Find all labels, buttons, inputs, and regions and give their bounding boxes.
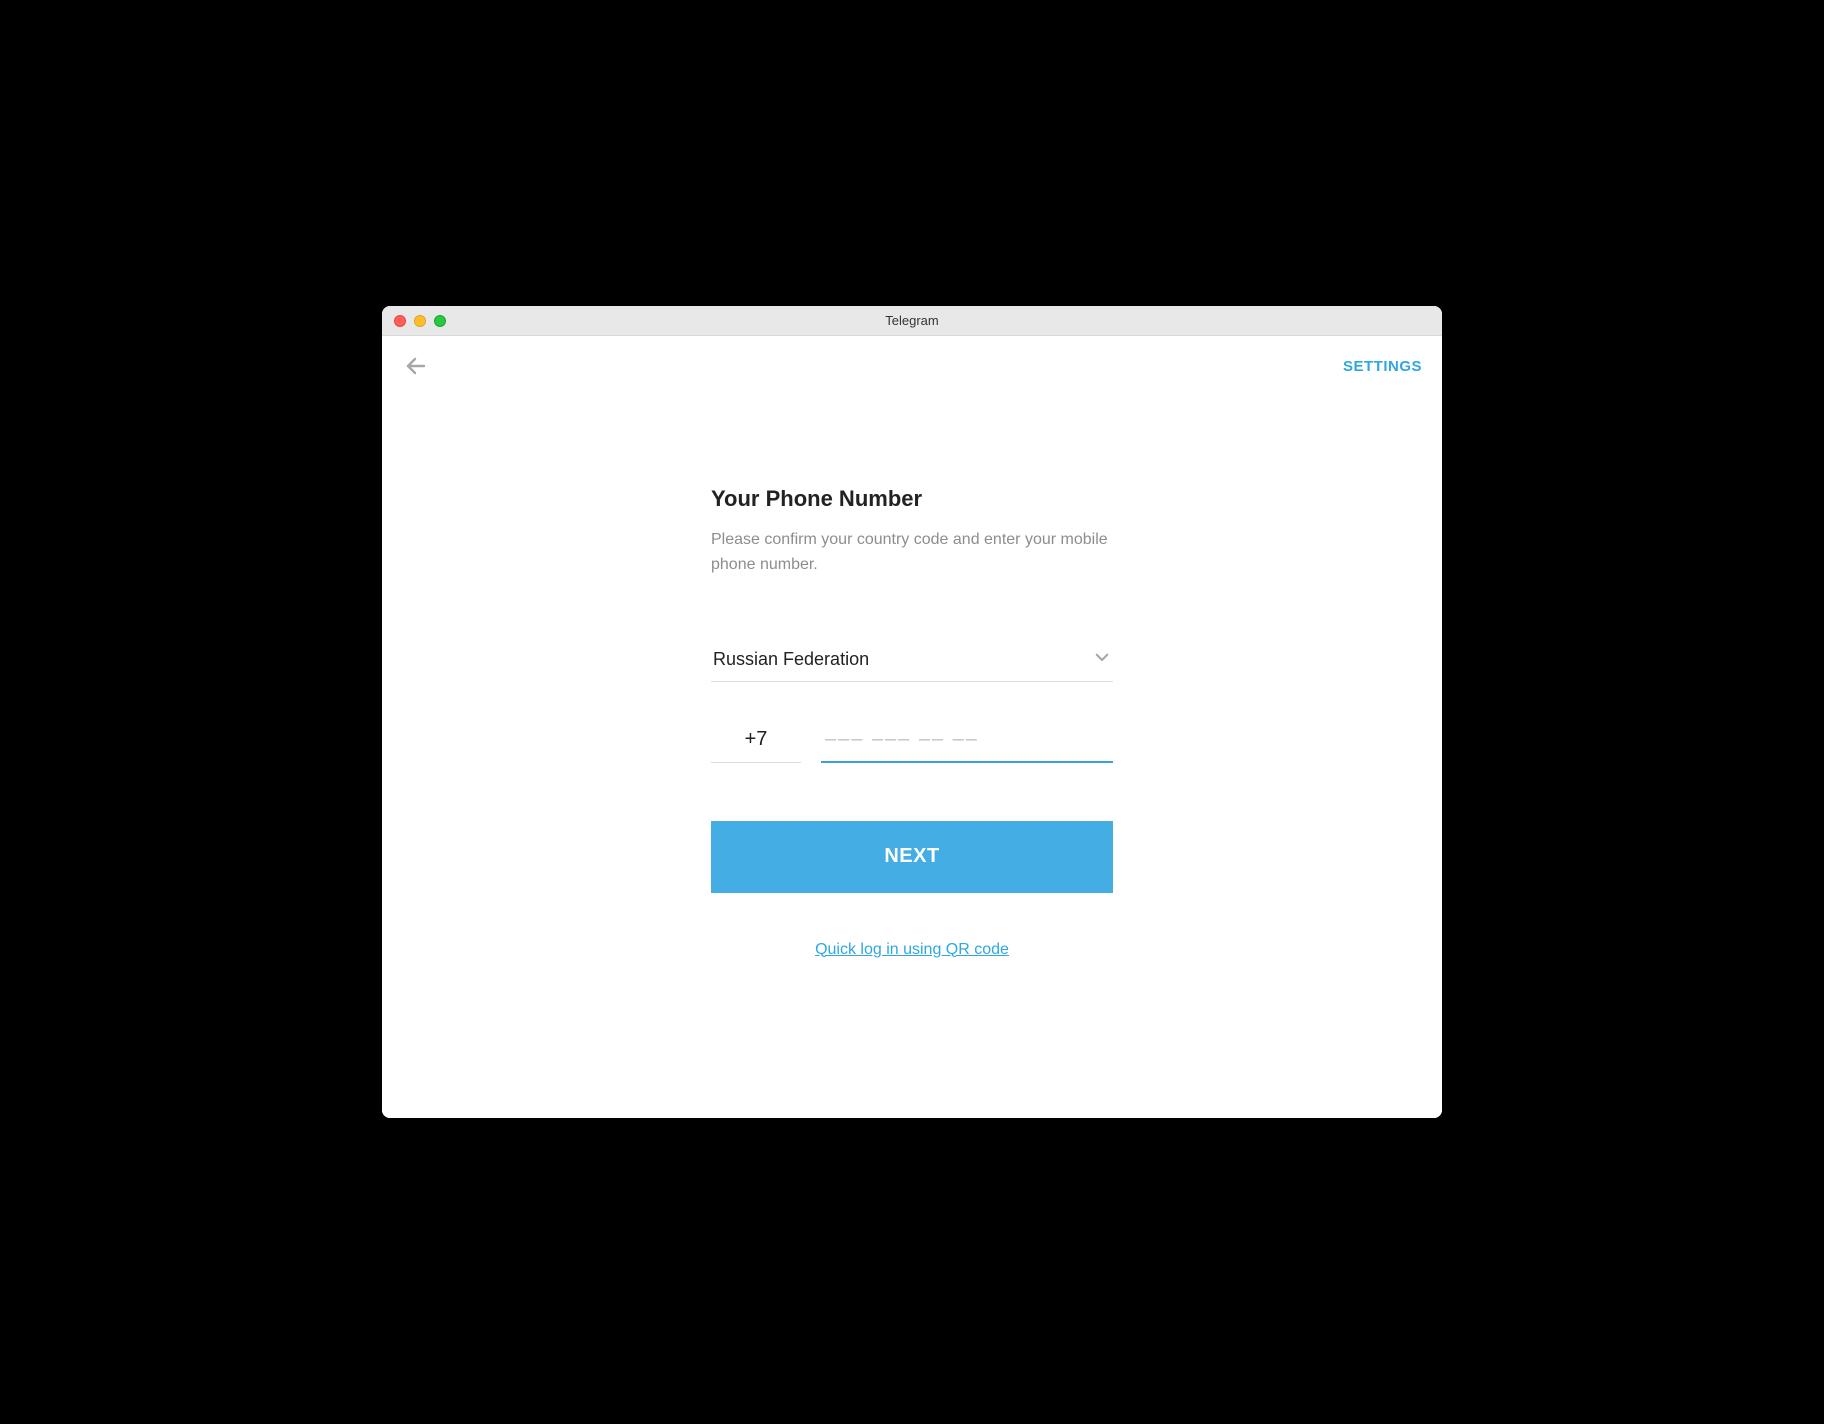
- back-button[interactable]: [402, 352, 430, 380]
- dial-code-field[interactable]: +7: [711, 718, 801, 763]
- country-select[interactable]: Russian Federation: [711, 642, 1113, 682]
- phone-row: +7: [711, 718, 1113, 763]
- close-window-button[interactable]: [394, 315, 406, 327]
- page-subtext: Please confirm your country code and ent…: [711, 528, 1113, 578]
- minimize-window-button[interactable]: [414, 315, 426, 327]
- traffic-lights: [394, 315, 446, 327]
- titlebar: Telegram: [382, 306, 1442, 336]
- settings-link[interactable]: SETTINGS: [1343, 358, 1422, 375]
- zoom-window-button[interactable]: [434, 315, 446, 327]
- login-form: Your Phone Number Please confirm your co…: [711, 486, 1113, 959]
- app-window: Telegram SETTINGS Your Phone Number Plea…: [382, 306, 1442, 1118]
- chevron-down-icon: [1093, 648, 1111, 671]
- qr-login-link[interactable]: Quick log in using QR code: [711, 941, 1113, 959]
- phone-number-input[interactable]: [821, 718, 1113, 763]
- arrow-left-icon: [404, 354, 428, 378]
- page-heading: Your Phone Number: [711, 486, 1113, 512]
- window-title: Telegram: [382, 313, 1442, 328]
- country-name: Russian Federation: [713, 649, 869, 670]
- content-area: SETTINGS Your Phone Number Please confir…: [382, 336, 1442, 1118]
- next-button[interactable]: NEXT: [711, 821, 1113, 893]
- top-toolbar: SETTINGS: [382, 336, 1442, 396]
